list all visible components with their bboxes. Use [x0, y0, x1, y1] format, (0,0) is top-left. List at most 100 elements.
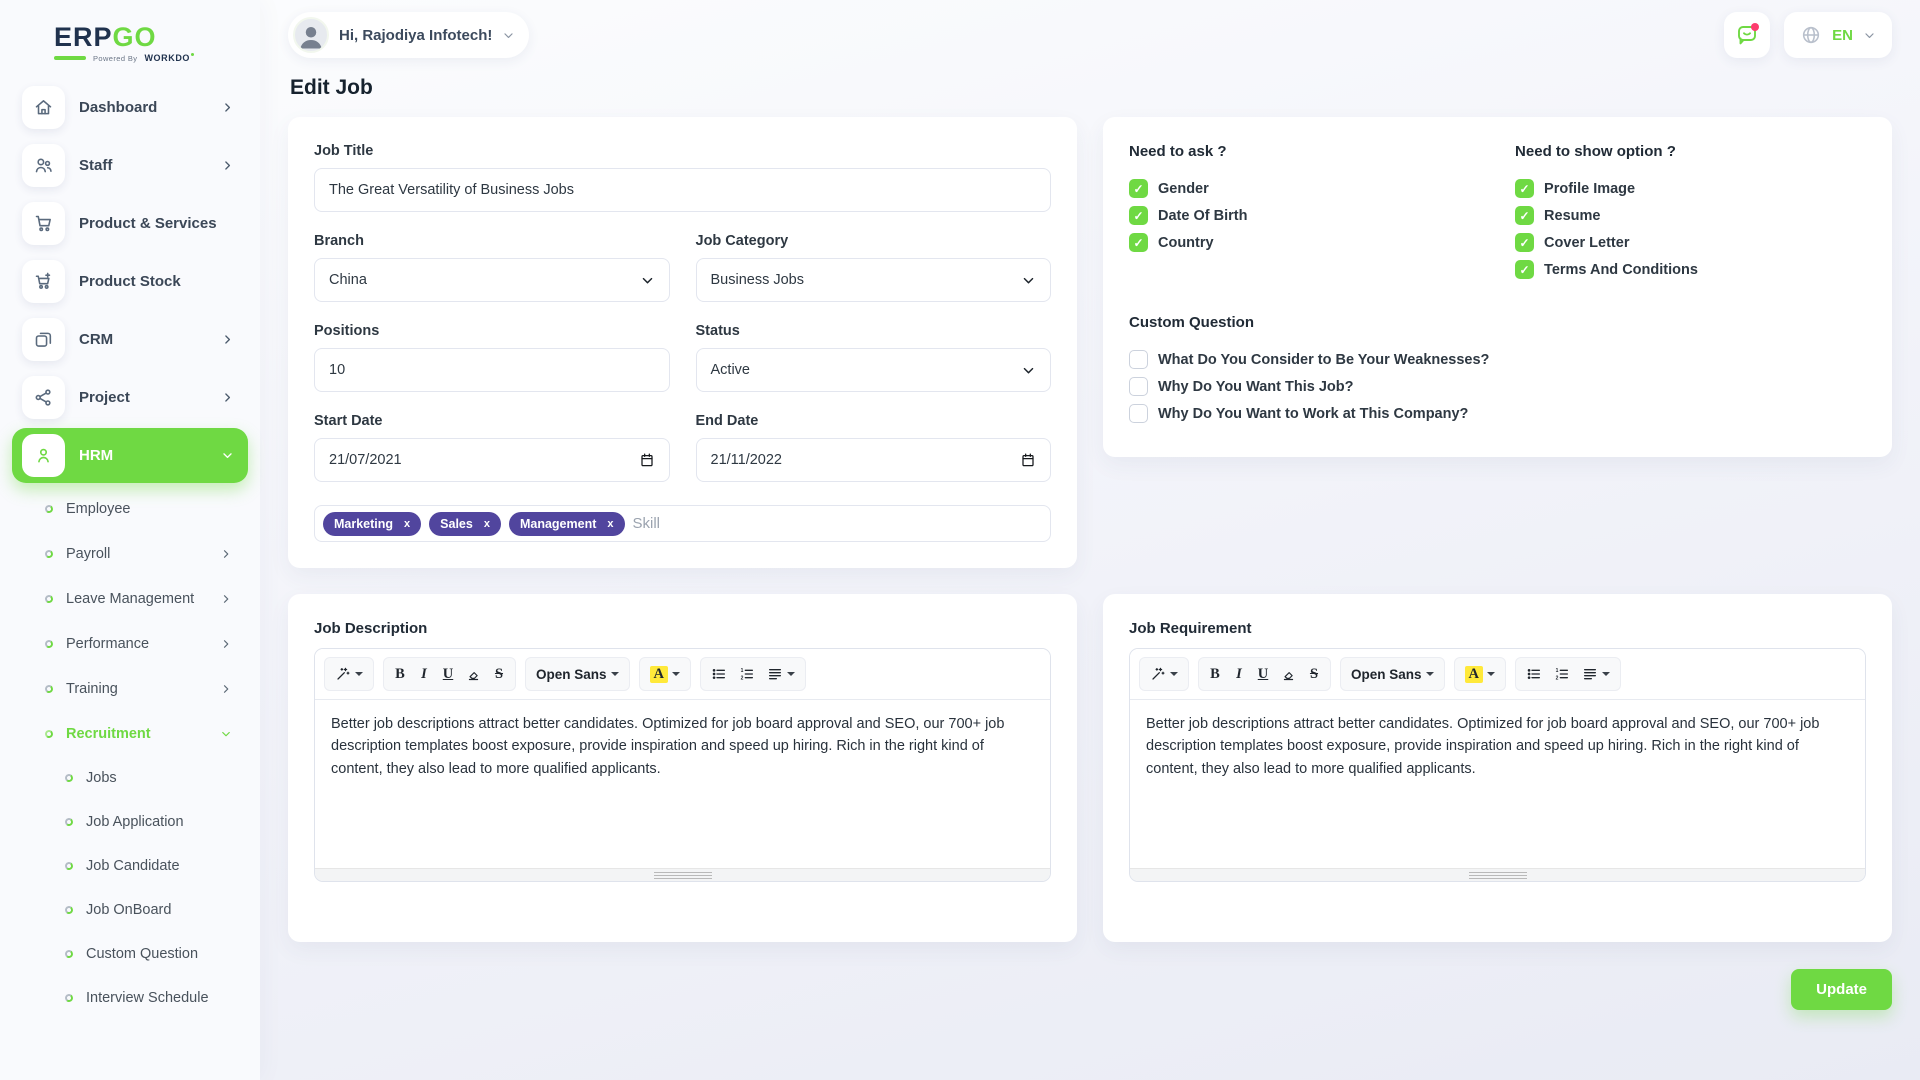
avatar: [293, 17, 329, 53]
unordered-list-button[interactable]: [1520, 660, 1548, 688]
sidebar-item-product-services[interactable]: Product & Services: [12, 196, 248, 251]
need-to-ask-title: Need to ask ?: [1129, 143, 1515, 160]
users-icon: [22, 144, 65, 187]
bullet-icon: [64, 773, 73, 782]
editor-resize-bar[interactable]: [315, 868, 1050, 881]
underline-button[interactable]: U: [1251, 660, 1275, 688]
italic-button[interactable]: I: [1227, 660, 1251, 688]
checkbox-weaknesses-question[interactable]: What Do You Consider to Be Your Weakness…: [1129, 350, 1866, 369]
sidebar-item-label: Performance: [66, 636, 149, 652]
paragraph-align-dropdown[interactable]: [761, 660, 801, 688]
checkbox-terms-and-conditions[interactable]: Terms And Conditions: [1515, 260, 1866, 279]
ordered-list-button[interactable]: 12: [1548, 660, 1576, 688]
checkbox-unchecked-icon: [1129, 404, 1148, 423]
user-menu[interactable]: Hi, Rajodiya Infotech!: [288, 12, 529, 58]
sidebar-item-recruitment[interactable]: Recruitment: [12, 711, 248, 756]
sidebar-item-staff[interactable]: Staff: [12, 138, 248, 193]
sidebar-item-crm[interactable]: CRM: [12, 312, 248, 367]
magic-wand-icon: [335, 666, 351, 682]
positions-input[interactable]: [314, 348, 670, 392]
need-to-ask-section: Need to ask ? Gender Date Of Birth Count…: [1129, 143, 1515, 287]
sidebar-item-jobs[interactable]: Jobs: [12, 756, 248, 800]
skill-tag: Management x: [509, 512, 625, 536]
skill-input[interactable]: [633, 515, 1043, 532]
clear-format-button[interactable]: [1275, 660, 1302, 688]
list-ol-icon: 12: [739, 666, 755, 682]
remove-tag-icon[interactable]: x: [404, 518, 410, 530]
sidebar-item-performance[interactable]: Performance: [12, 621, 248, 666]
job-category-value: Business Jobs: [711, 272, 805, 288]
font-family-dropdown[interactable]: Open Sans: [1345, 660, 1440, 688]
checkbox-resume[interactable]: Resume: [1515, 206, 1866, 225]
job-description-content[interactable]: Better job descriptions attract better c…: [315, 700, 1050, 868]
checkbox-cover-letter[interactable]: Cover Letter: [1515, 233, 1866, 252]
ordered-list-button[interactable]: 12: [733, 660, 761, 688]
sidebar-item-label: Employee: [66, 501, 130, 517]
home-icon: [22, 86, 65, 129]
sidebar-item-label: Recruitment: [66, 726, 151, 742]
end-date-input[interactable]: 21/11/2022: [696, 438, 1052, 482]
sidebar-item-employee[interactable]: Employee: [12, 486, 248, 531]
update-button[interactable]: Update: [1791, 969, 1892, 1010]
font-color-button[interactable]: A: [644, 660, 686, 688]
font-family-dropdown[interactable]: Open Sans: [530, 660, 625, 688]
paragraph-align-dropdown[interactable]: [1576, 660, 1616, 688]
italic-button[interactable]: I: [412, 660, 436, 688]
sidebar-item-leave-management[interactable]: Leave Management: [12, 576, 248, 621]
end-date-value: 21/11/2022: [711, 452, 783, 468]
sidebar-item-label: Dashboard: [79, 99, 157, 116]
page-footer: Update: [288, 969, 1892, 1010]
bullet-icon: [64, 905, 73, 914]
font-color-button[interactable]: A: [1459, 660, 1501, 688]
checkbox-why-this-company-question[interactable]: Why Do You Want to Work at This Company?: [1129, 404, 1866, 423]
strikethrough-button[interactable]: S: [487, 660, 511, 688]
sidebar-item-training[interactable]: Training: [12, 666, 248, 711]
sidebar-item-job-application[interactable]: Job Application: [12, 800, 248, 844]
unordered-list-button[interactable]: [705, 660, 733, 688]
sidebar-item-hrm[interactable]: HRM: [12, 428, 248, 483]
checkbox-checked-icon: [1129, 233, 1148, 252]
sidebar-item-product-stock[interactable]: Product Stock: [12, 254, 248, 309]
sidebar-item-job-onboard[interactable]: Job OnBoard: [12, 888, 248, 932]
job-requirement-content[interactable]: Better job descriptions attract better c…: [1130, 700, 1865, 868]
style-magic-button[interactable]: [1144, 660, 1184, 688]
editor-resize-bar[interactable]: [1130, 868, 1865, 881]
checkbox-country[interactable]: Country: [1129, 233, 1515, 252]
checkbox-gender[interactable]: Gender: [1129, 179, 1515, 198]
brand-logo[interactable]: ERPGO Powered By WORKDO: [12, 14, 248, 80]
checkbox-date-of-birth[interactable]: Date Of Birth: [1129, 206, 1515, 225]
job-title-input[interactable]: [314, 168, 1051, 212]
list-ul-icon: [1526, 666, 1542, 682]
sidebar-item-label: Product Stock: [79, 273, 181, 290]
chevron-right-icon: [220, 548, 232, 560]
skills-input-box[interactable]: Marketing x Sales x Management x: [314, 505, 1051, 542]
start-date-input[interactable]: 21/07/2021: [314, 438, 670, 482]
logo-text: ERPGO: [54, 22, 248, 52]
bullet-icon: [44, 504, 53, 513]
remove-tag-icon[interactable]: x: [607, 518, 613, 530]
messenger-button[interactable]: [1724, 12, 1770, 58]
bold-button[interactable]: B: [388, 660, 412, 688]
sidebar-item-project[interactable]: Project: [12, 370, 248, 425]
bold-button[interactable]: B: [1203, 660, 1227, 688]
remove-tag-icon[interactable]: x: [484, 518, 490, 530]
sidebar-item-payroll[interactable]: Payroll: [12, 531, 248, 576]
job-category-select[interactable]: Business Jobs: [696, 258, 1052, 302]
language-selector[interactable]: EN: [1784, 12, 1892, 58]
checkbox-why-this-job-question[interactable]: Why Do You Want This Job?: [1129, 377, 1866, 396]
clear-format-button[interactable]: [460, 660, 487, 688]
sidebar-item-dashboard[interactable]: Dashboard: [12, 80, 248, 135]
checkbox-profile-image[interactable]: Profile Image: [1515, 179, 1866, 198]
positions-field: Positions: [314, 323, 670, 392]
sidebar-item-label: Job Candidate: [86, 858, 180, 874]
sidebar-item-custom-question[interactable]: Custom Question: [12, 932, 248, 976]
sidebar-item-interview-schedule[interactable]: Interview Schedule: [12, 976, 248, 1020]
strikethrough-button[interactable]: S: [1302, 660, 1326, 688]
calendar-icon[interactable]: [1020, 452, 1036, 468]
underline-button[interactable]: U: [436, 660, 460, 688]
branch-select[interactable]: China: [314, 258, 670, 302]
style-magic-button[interactable]: [329, 660, 369, 688]
sidebar-item-job-candidate[interactable]: Job Candidate: [12, 844, 248, 888]
calendar-icon[interactable]: [639, 452, 655, 468]
status-select[interactable]: Active: [696, 348, 1052, 392]
